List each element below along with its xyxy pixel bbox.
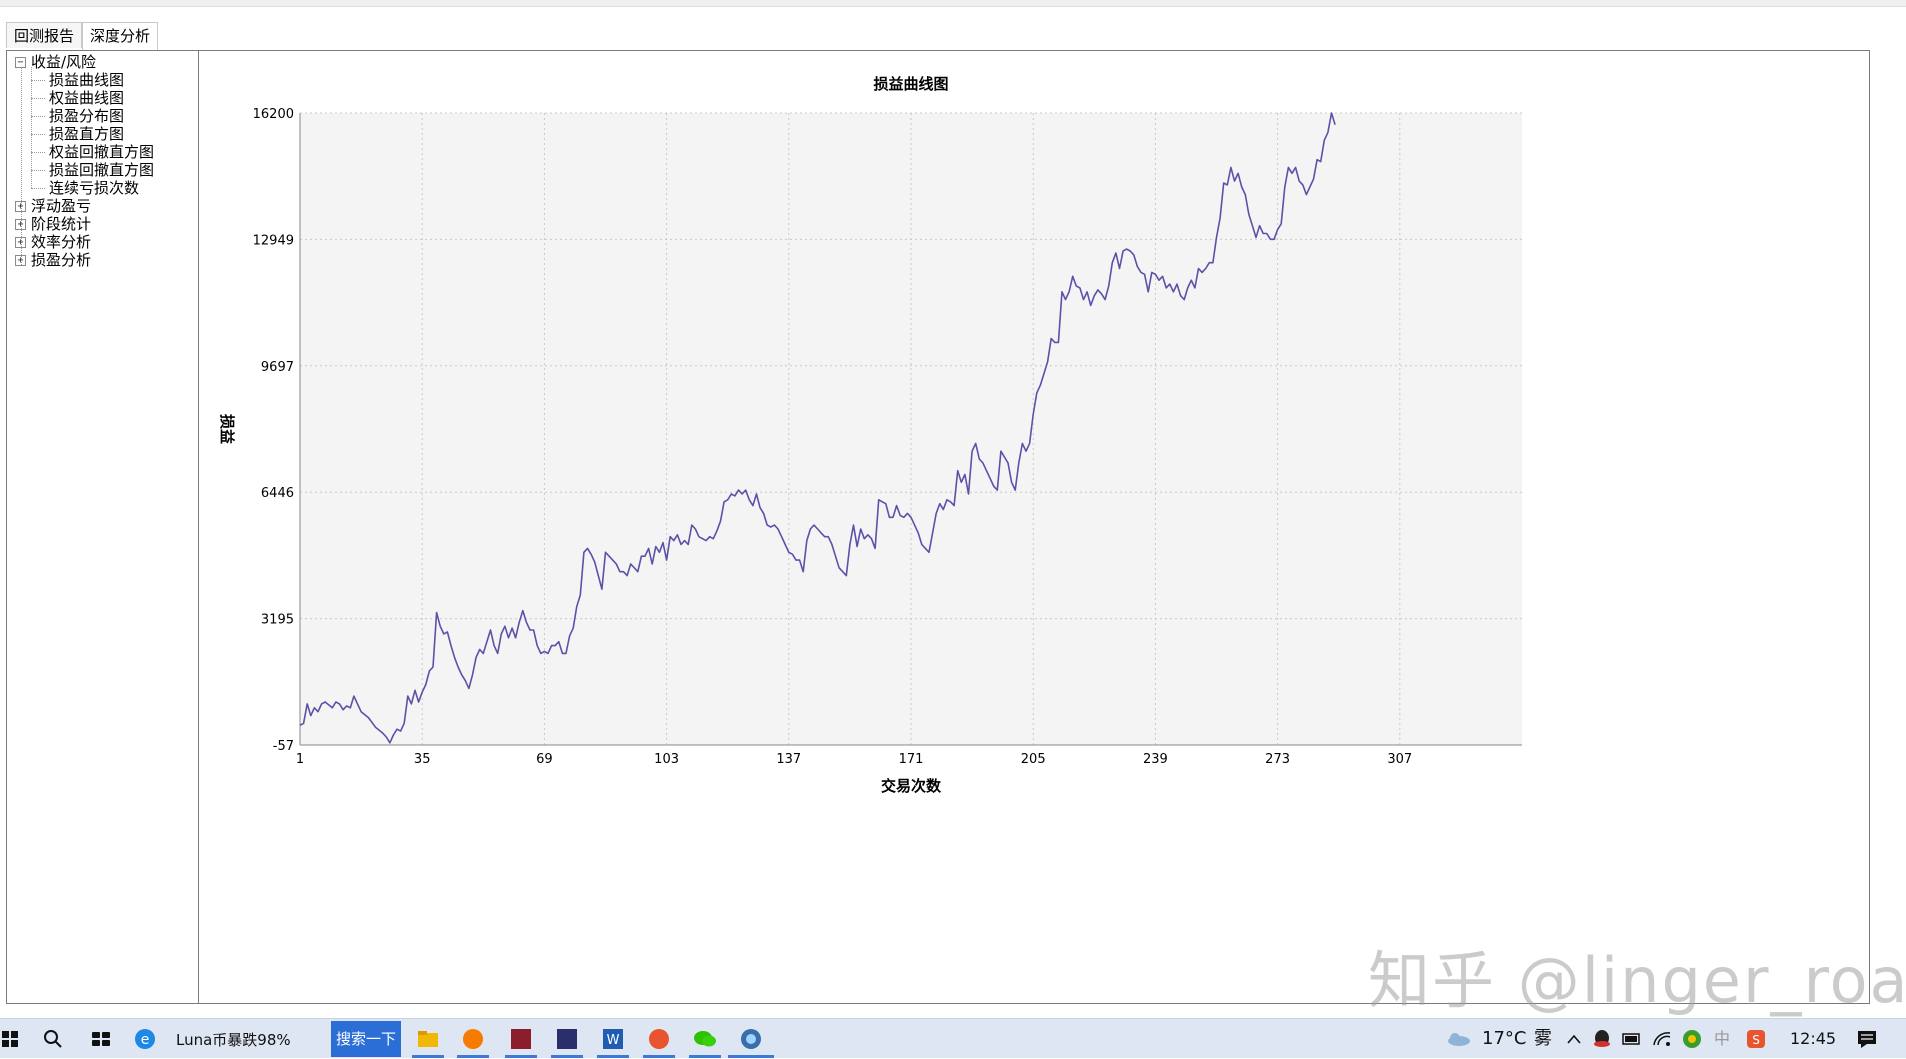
y-tick-label: 9697 (261, 360, 294, 375)
ime-indicator[interactable]: 中 (1714, 1019, 1730, 1059)
y-tick-label: -57 (273, 739, 294, 754)
window-title-strip (0, 0, 1906, 7)
input-method-icon[interactable]: S (1744, 1019, 1768, 1059)
y-tick-label: 6446 (261, 486, 294, 501)
windows-logo-icon (2, 1031, 18, 1047)
report-tab-bar: 回测报告 深度分析 (6, 22, 159, 50)
tree-group-label: 损盈分析 (31, 251, 92, 269)
x-tick-label: 273 (1265, 752, 1290, 767)
x-tick-label: 137 (776, 752, 801, 767)
tree-group[interactable]: + 阶段统计 (7, 215, 197, 233)
tree-group-label: 效率分析 (31, 233, 92, 251)
task-view-icon[interactable] (86, 1019, 116, 1059)
svg-text:W: W (607, 1033, 620, 1048)
weather-temperature[interactable]: 17°C (1482, 1019, 1526, 1059)
app-window: 回测报告 深度分析 − 收益/风险 损益曲线图 权益曲线图 损盈分布图 损盈直方图 权益回撤… (0, 0, 1906, 1058)
y-tick-label: 16200 (253, 107, 294, 122)
analysis-frame: − 收益/风险 损益曲线图 权益曲线图 损盈分布图 损盈直方图 权益回撤直方图 损益回撤直方图… (6, 50, 1870, 1004)
browser-icon[interactable]: e (130, 1019, 160, 1059)
tree-item-label: 连续亏损次数 (49, 179, 140, 197)
y-tick-label: 12949 (253, 233, 294, 248)
chart-title: 损益曲线图 (873, 75, 948, 93)
tree-group-label: 浮动盈亏 (31, 197, 92, 215)
tree-item[interactable]: 损盈分布图 (7, 107, 197, 125)
x-tick-label: 171 (899, 752, 924, 767)
pnl-line-chart: 1 35 69 103 137 171 205 239 273 307 -57 3195 6446 969… (218, 75, 1522, 795)
tree-item-label: 损益曲线图 (49, 71, 125, 89)
tree-item[interactable]: 连续亏损次数 (7, 179, 197, 197)
wechat-icon[interactable] (690, 1019, 720, 1059)
app-red-icon[interactable] (644, 1019, 674, 1059)
chevron-up-icon[interactable] (1562, 1019, 1586, 1059)
tree-item-label: 损益回撤直方图 (49, 161, 155, 179)
x-tick-label: 239 (1143, 752, 1168, 767)
qq-icon[interactable] (1590, 1019, 1614, 1059)
x-tick-label: 103 (654, 752, 679, 767)
analysis-tree: − 收益/风险 损益曲线图 权益曲线图 损盈分布图 损盈直方图 权益回撤直方图 损益回撤直方图… (7, 51, 199, 1003)
battery-icon[interactable] (1620, 1019, 1644, 1059)
tree-group-label: 收益/风险 (31, 53, 97, 71)
start-button[interactable] (0, 1019, 20, 1059)
watermark: 知乎 @linger_road (1368, 944, 1906, 1017)
tree-item-label: 权益曲线图 (49, 89, 125, 107)
search-icon[interactable] (38, 1019, 68, 1059)
tree-item[interactable]: 权益回撤直方图 (7, 143, 197, 161)
x-tick-label: 1 (296, 752, 304, 767)
tree-item-label: 损盈分布图 (49, 107, 125, 125)
svg-text:S: S (1752, 1033, 1760, 1047)
trading-app-icon[interactable] (506, 1019, 536, 1059)
tree-item[interactable]: 损益曲线图 (7, 71, 197, 89)
taskbar-search-button[interactable]: 搜索一下 (331, 1021, 401, 1057)
network-app-icon[interactable] (736, 1019, 766, 1059)
x-tick-label: 35 (414, 752, 431, 767)
tree-group[interactable]: + 损盈分析 (7, 251, 197, 269)
word-icon[interactable]: W (598, 1019, 628, 1059)
tab-backtest-report[interactable]: 回测报告 (6, 22, 83, 48)
app-tray-green-icon[interactable] (1680, 1019, 1704, 1059)
weather-cloud-icon[interactable] (1444, 1019, 1472, 1059)
y-axis-label: 损益 (218, 414, 236, 444)
tree-group[interactable]: + 浮动盈亏 (7, 197, 197, 215)
x-tick-label: 69 (536, 752, 553, 767)
tree-item[interactable]: 损益回撤直方图 (7, 161, 197, 179)
taskbar: e Luna币暴跌98% 搜索一下 W 17°C 雾 中 S 12:45 (0, 1018, 1906, 1058)
file-explorer-icon[interactable] (413, 1019, 443, 1059)
app-orange-icon[interactable] (458, 1019, 488, 1059)
tree-group-label: 阶段统计 (31, 215, 92, 233)
weather-description[interactable]: 雾 (1534, 1019, 1552, 1059)
tab-deep-analysis[interactable]: 深度分析 (82, 22, 159, 50)
x-tick-label: 307 (1387, 752, 1412, 767)
tree-item[interactable]: 损盈直方图 (7, 125, 197, 143)
svg-text:e: e (141, 1032, 150, 1048)
tree-item-label: 权益回撤直方图 (49, 143, 155, 161)
clock-time[interactable]: 12:45 (1790, 1019, 1836, 1059)
y-tick-label: 3195 (261, 613, 294, 628)
wifi-icon[interactable] (1650, 1019, 1674, 1059)
tree-group[interactable]: − 收益/风险 (7, 53, 197, 71)
tree-item-label: 损盈直方图 (49, 125, 125, 143)
chart-panel: 1 35 69 103 137 171 205 239 273 307 -57 3195 6446 969… (200, 51, 1869, 1003)
notification-icon[interactable] (1854, 1019, 1880, 1059)
tree-item[interactable]: 权益曲线图 (7, 89, 197, 107)
trading-app-2-icon[interactable] (552, 1019, 582, 1059)
x-tick-label: 205 (1021, 752, 1046, 767)
x-axis-label: 交易次数 (881, 777, 942, 795)
tree-group[interactable]: + 效率分析 (7, 233, 197, 251)
taskbar-task-title[interactable]: Luna币暴跌98% (176, 1019, 291, 1059)
